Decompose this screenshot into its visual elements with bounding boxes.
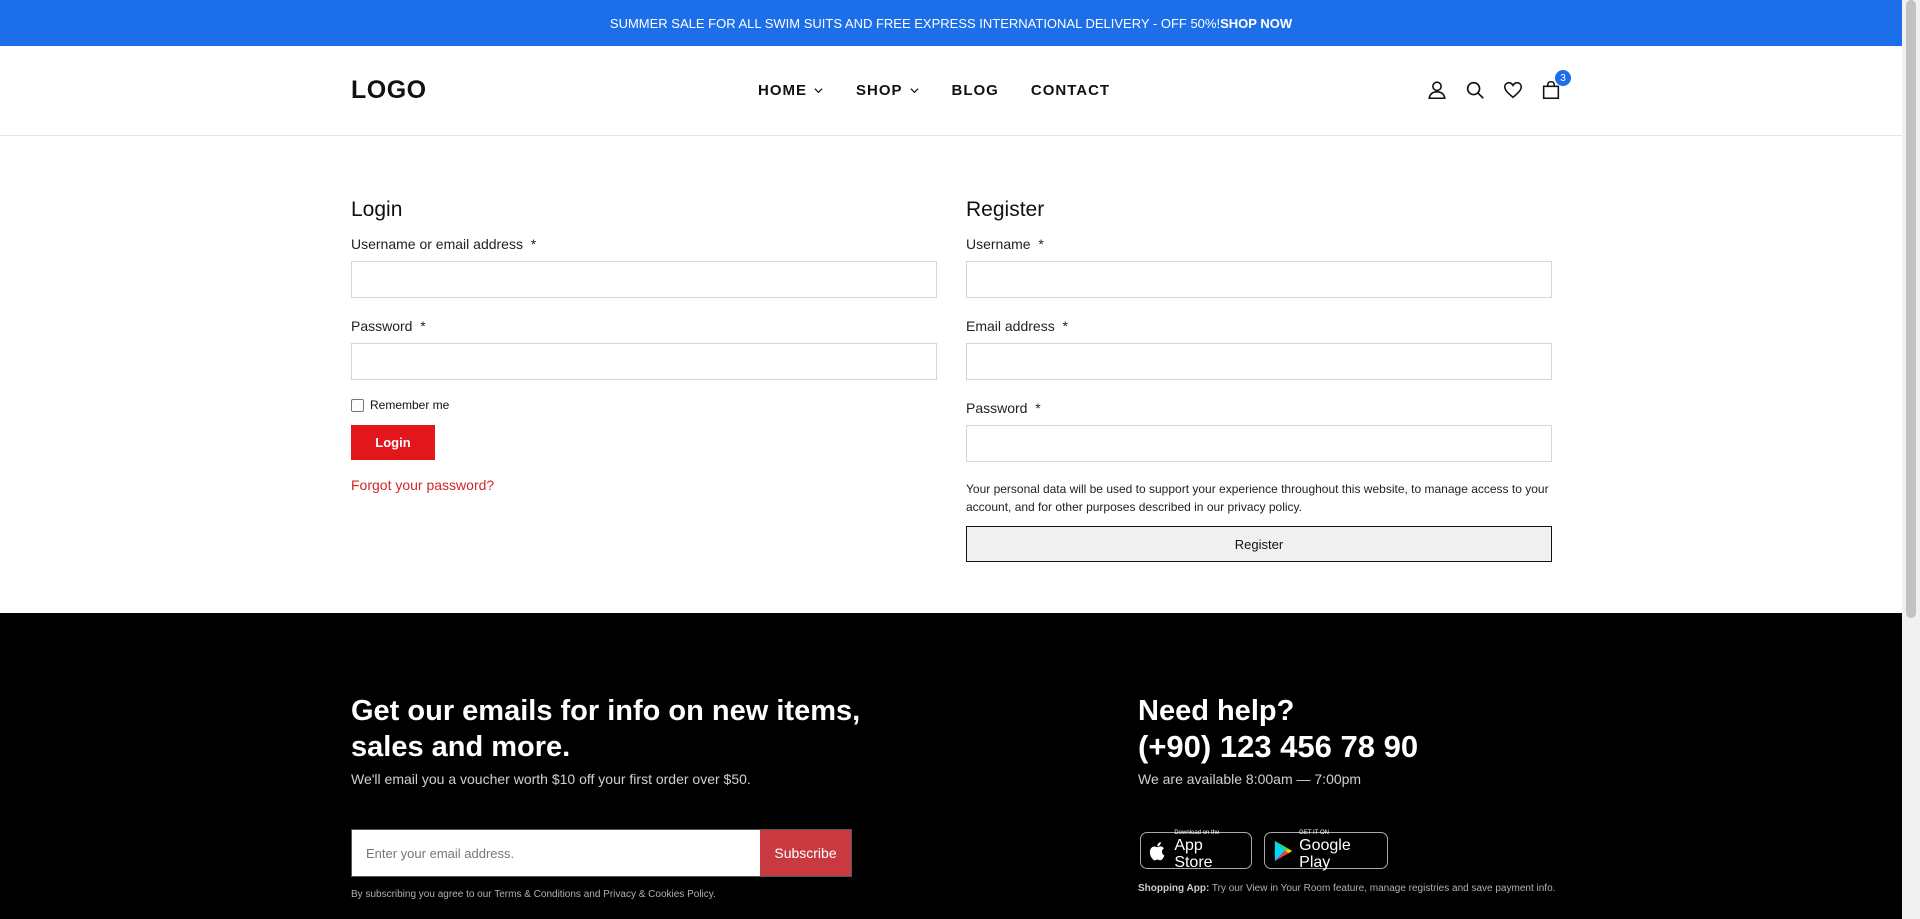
nav-item-blog[interactable]: BLOG — [952, 82, 999, 99]
header-icons: 3 — [1426, 70, 1571, 101]
site-logo[interactable]: LOGO — [351, 76, 427, 105]
apple-icon — [1149, 841, 1165, 860]
privacy-note: Your personal data will be used to suppo… — [966, 480, 1552, 516]
shop-now-link[interactable]: SHOP NOW — [1220, 16, 1292, 31]
register-button[interactable]: Register — [966, 526, 1552, 562]
required-mark: * — [1035, 400, 1041, 416]
register-password-input[interactable] — [966, 425, 1552, 462]
login-password-input[interactable] — [351, 343, 937, 380]
main-nav: HOME SHOP BLOG CONTACT — [758, 82, 1110, 99]
register-title: Register — [966, 198, 1045, 221]
reg-email-label: Email address * — [966, 318, 1552, 334]
chevron-down-icon — [909, 88, 919, 94]
app-note-label: Shopping App: — [1138, 883, 1210, 894]
app-store-badge[interactable]: Download on the App Store — [1140, 830, 1252, 871]
subscribe-button[interactable]: Subscribe — [760, 830, 851, 876]
app-note: Shopping App: Try our View in Your Room … — [1138, 883, 1555, 894]
reg-username-label-text: Username — [966, 236, 1031, 252]
nav-label-shop: SHOP — [856, 82, 903, 99]
nav-item-home[interactable]: HOME — [758, 82, 824, 99]
reg-username-label: Username * — [966, 236, 1552, 252]
register-username-input[interactable] — [966, 261, 1552, 298]
nav-label-home: HOME — [758, 82, 807, 99]
nav-item-contact[interactable]: CONTACT — [1031, 82, 1110, 99]
app-store-small: Download on the — [1174, 830, 1220, 836]
newsletter-terms: By subscribing you agree to our Terms & … — [351, 889, 716, 900]
required-mark: * — [1062, 318, 1068, 334]
username-label: Username or email address * — [351, 236, 937, 252]
remember-me-label: Remember me — [370, 398, 450, 412]
password-label-text: Password — [351, 318, 413, 334]
remember-me-checkbox[interactable] — [351, 398, 364, 412]
newsletter-form: Enter your email address. Subscribe — [351, 829, 852, 877]
announcement-text: SUMMER SALE FOR ALL SWIM SUITS AND FREE … — [609, 15, 1221, 31]
register-form: Register Username * Email address * Pass… — [966, 198, 1552, 562]
cart-count-badge: 3 — [1555, 70, 1571, 86]
reg-password-label-text: Password — [966, 400, 1028, 416]
username-label-text: Username or email address — [351, 236, 523, 252]
chevron-down-icon — [814, 88, 823, 94]
page-scrollbar[interactable] — [1902, 0, 1920, 919]
google-play-badge[interactable]: GET IT ON Google Play — [1264, 830, 1388, 871]
required-mark: * — [420, 318, 426, 334]
register-email-input[interactable] — [966, 343, 1552, 380]
google-play-big: Google Play — [1299, 837, 1351, 871]
user-icon[interactable] — [1426, 79, 1448, 101]
help-phone[interactable]: (+90) 123 456 78 90 — [1138, 729, 1418, 765]
nav-item-shop[interactable]: SHOP — [856, 82, 920, 99]
newsletter-subtitle: We'll email you a voucher worth $10 off … — [351, 771, 751, 787]
site-header: LOGO HOME SHOP BLOG CONTACT 3 — [0, 46, 1902, 136]
remember-me: Remember me — [351, 398, 937, 412]
privacy-policy-link[interactable]: privacy policy. — [1228, 500, 1302, 514]
app-note-text: Try our View in Your Room feature, manag… — [1211, 883, 1556, 894]
forgot-password-link[interactable]: Forgot your password? — [351, 477, 937, 493]
help-hours: We are available 8:00am — 7:00pm — [1138, 771, 1362, 787]
newsletter-email-input[interactable]: Enter your email address. — [352, 830, 760, 876]
app-store-big: App Store — [1174, 837, 1213, 871]
required-mark: * — [1038, 236, 1044, 252]
login-username-input[interactable] — [351, 261, 937, 298]
nav-label-contact: CONTACT — [1030, 82, 1111, 99]
required-mark: * — [530, 236, 537, 252]
store-badges: Download on the App Store GET IT ON Goog… — [1140, 830, 1388, 871]
reg-email-label-text: Email address — [966, 318, 1055, 334]
login-form: Login Username or email address * Passwo… — [351, 198, 937, 493]
announcement-bar: SUMMER SALE FOR ALL SWIM SUITS AND FREE … — [0, 0, 1902, 46]
google-play-icon — [1274, 840, 1293, 861]
scrollbar-thumb[interactable] — [1906, 0, 1916, 618]
google-play-small: GET IT ON — [1299, 830, 1329, 836]
newsletter-title: Get our emails for info on new items, sa… — [351, 695, 861, 763]
login-button[interactable]: Login — [351, 425, 435, 460]
password-label: Password * — [351, 318, 937, 334]
login-title: Login — [351, 198, 403, 221]
reg-password-label: Password * — [966, 400, 1552, 416]
cart-icon[interactable]: 3 — [1540, 70, 1571, 101]
site-footer: Get our emails for info on new items, sa… — [0, 613, 1902, 919]
search-icon[interactable] — [1464, 79, 1486, 101]
nav-label-blog: BLOG — [951, 82, 999, 99]
help-title: Need help? — [1138, 695, 1295, 727]
heart-icon[interactable] — [1502, 79, 1524, 101]
